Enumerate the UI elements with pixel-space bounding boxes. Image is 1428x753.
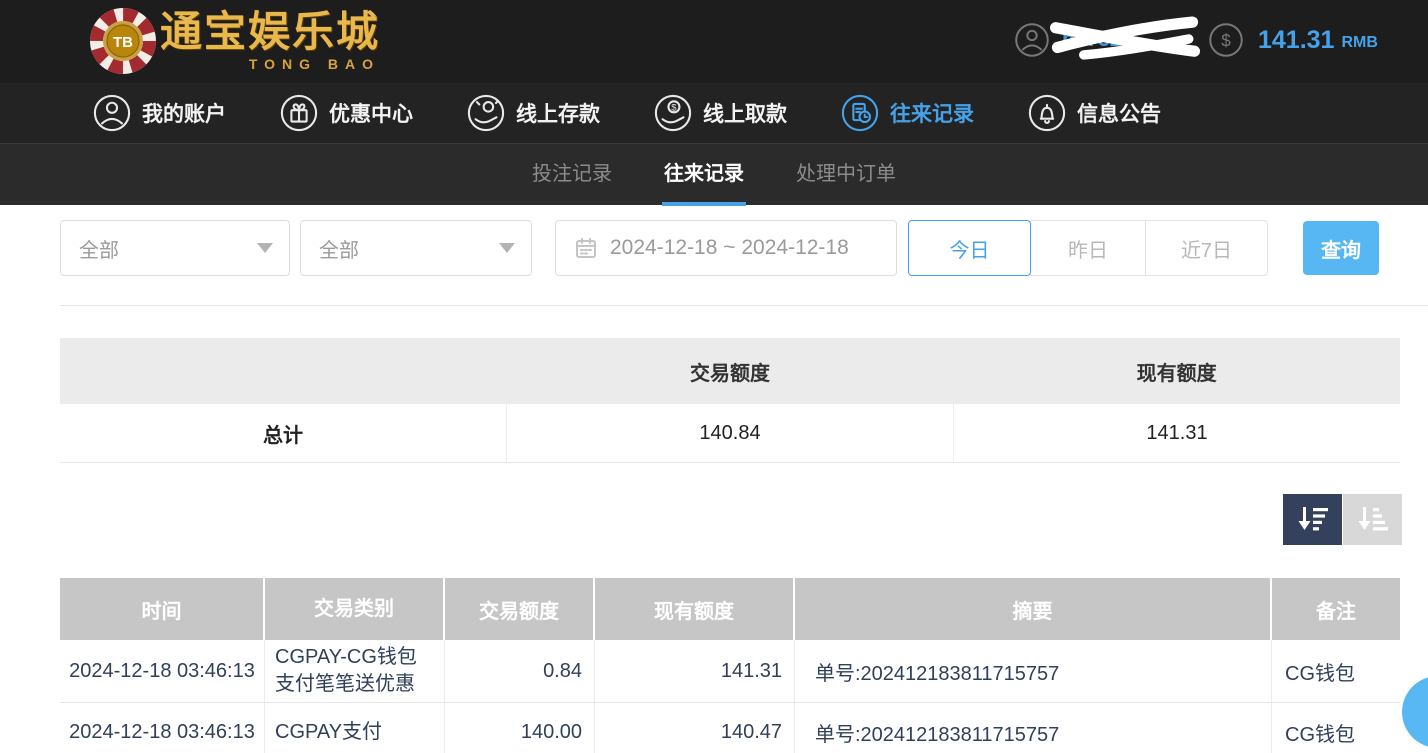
person-icon <box>93 94 131 132</box>
nav-item-transaction-records[interactable]: 往来记录 <box>841 94 974 132</box>
cell-amount: 140.00 <box>445 703 595 753</box>
cell-time: 2024-12-18 03:46:13 <box>60 640 265 702</box>
cell-type: CGPAY-CG钱包支付笔笔送优惠 <box>265 640 445 702</box>
clipboard-clock-icon <box>841 94 879 132</box>
nav-item-announcements[interactable]: 信息公告 <box>1028 94 1161 132</box>
yesterday-button[interactable]: 昨日 <box>1030 220 1146 276</box>
summary-header-current-amount: 现有额度 <box>953 338 1400 404</box>
sort-ascending-button[interactable] <box>1343 494 1402 545</box>
cell-time: 2024-12-18 03:46:13 <box>60 703 265 753</box>
date-range-picker[interactable]: 2024-12-18 ~ 2024-12-18 <box>555 220 897 276</box>
col-header-remark: 备注 <box>1272 578 1400 640</box>
summary-total-row: 总计 140.84 141.31 <box>60 404 1400 463</box>
type-select[interactable]: 全部 <box>60 220 290 276</box>
summary-total-current-amount: 141.31 <box>953 404 1400 462</box>
cell-amount: 0.84 <box>445 640 595 702</box>
cell-remark: CG钱包 <box>1272 703 1400 753</box>
cell-remark: CG钱包 <box>1272 640 1400 702</box>
chevron-down-icon <box>257 243 273 253</box>
col-header-time: 时间 <box>60 578 265 640</box>
cell-type: CGPAY支付 <box>265 703 445 753</box>
query-button[interactable]: 查询 <box>1303 221 1379 275</box>
quick-date-button-group: 今日 昨日 近7日 <box>908 220 1268 276</box>
casino-chip-logo-icon[interactable]: TB <box>88 6 158 76</box>
chevron-down-icon <box>499 243 515 253</box>
table-row: 2024-12-18 03:46:13 CGPAY-CG钱包支付笔笔送优惠 0.… <box>60 640 1400 703</box>
cell-balance: 141.31 <box>595 640 795 702</box>
bell-icon <box>1028 94 1066 132</box>
col-header-summary: 摘要 <box>795 578 1272 640</box>
chip-monogram: TB <box>113 34 133 51</box>
summary-header-transaction-amount: 交易额度 <box>507 338 954 404</box>
nav-item-my-account[interactable]: 我的账户 <box>93 94 226 132</box>
record-subtabs: 投注记录 往来记录 处理中订单 <box>0 143 1428 205</box>
user-avatar-icon <box>1014 22 1050 58</box>
sort-descending-button[interactable] <box>1283 494 1342 545</box>
floating-service-button[interactable] <box>1402 676 1428 748</box>
username-text: bc7325 <box>1062 28 1133 52</box>
summary-table: 交易额度 现有额度 总计 140.84 141.31 <box>60 338 1400 463</box>
sort-descending-icon <box>1297 506 1329 534</box>
nav-label: 优惠中心 <box>329 98 413 128</box>
table-header-row: 时间 交易类别 交易额度 现有额度 摘要 备注 <box>60 578 1400 640</box>
cell-summary: 单号:202412183811715757 <box>795 640 1272 702</box>
brand-name-cn: 通宝娱乐城 <box>160 10 380 54</box>
section-divider <box>60 305 1428 306</box>
nav-label: 信息公告 <box>1077 98 1161 128</box>
nav-item-online-deposit[interactable]: 线上存款 <box>467 94 600 132</box>
balance-amount: 141.31 <box>1258 26 1334 55</box>
currency-label: RMB <box>1341 34 1377 52</box>
nav-label: 线上存款 <box>516 98 600 128</box>
hand-coin-deposit-icon <box>467 94 505 132</box>
nav-item-online-withdrawal[interactable]: $ 线上取款 <box>654 94 787 132</box>
brand-logo[interactable]: 通宝娱乐城 TONG BAO <box>160 10 380 72</box>
nav-label: 线上取款 <box>703 98 787 128</box>
wallet-balance-area[interactable]: $ 141.31 RMB <box>1208 14 1378 66</box>
nav-label: 往来记录 <box>890 98 974 128</box>
sort-ascending-icon <box>1357 506 1389 534</box>
tab-transaction-records[interactable]: 往来记录 <box>662 144 746 206</box>
type-select-value: 全部 <box>79 234 119 263</box>
calendar-icon <box>574 236 598 260</box>
sort-controls <box>1283 494 1402 545</box>
tab-processing-orders[interactable]: 处理中订单 <box>794 144 898 206</box>
brand-name-en: TONG BAO <box>249 56 380 72</box>
col-header-amount: 交易额度 <box>445 578 595 640</box>
last-7-days-button[interactable]: 近7日 <box>1145 220 1268 276</box>
nav-label: 我的账户 <box>142 98 226 128</box>
date-range-value: 2024-12-18 ~ 2024-12-18 <box>610 236 849 260</box>
gift-icon <box>280 94 318 132</box>
summary-total-label: 总计 <box>60 404 506 462</box>
hand-dollar-withdraw-icon: $ <box>654 94 692 132</box>
transactions-table: 时间 交易类别 交易额度 现有额度 摘要 备注 2024-12-18 03:46… <box>60 578 1400 753</box>
main-navigation: 我的账户 优惠中心 线上存款 <box>0 83 1428 143</box>
summary-header-empty <box>60 338 507 404</box>
today-button[interactable]: 今日 <box>908 220 1031 276</box>
summary-total-transaction-amount: 140.84 <box>506 404 953 462</box>
summary-header-row: 交易额度 现有额度 <box>60 338 1400 404</box>
col-header-balance: 现有额度 <box>595 578 795 640</box>
page: TB 通宝娱乐城 TONG BAO bc7325 <box>0 0 1428 753</box>
table-row: 2024-12-18 03:46:13 CGPAY支付 140.00 140.4… <box>60 703 1400 753</box>
top-header-bar: TB 通宝娱乐城 TONG BAO bc7325 <box>0 0 1428 83</box>
svg-text:$: $ <box>1221 31 1231 50</box>
nav-item-promotions[interactable]: 优惠中心 <box>280 94 413 132</box>
tab-betting-records[interactable]: 投注记录 <box>530 144 614 206</box>
user-account-area[interactable]: bc7325 <box>1014 14 1133 66</box>
cell-summary: 单号:202412183811715757 <box>795 703 1272 753</box>
col-header-type: 交易类别 <box>265 578 445 640</box>
category-select-value: 全部 <box>319 234 359 263</box>
category-select[interactable]: 全部 <box>300 220 532 276</box>
svg-text:$: $ <box>671 103 677 114</box>
cell-balance: 140.47 <box>595 703 795 753</box>
dollar-coin-icon: $ <box>1208 22 1244 58</box>
